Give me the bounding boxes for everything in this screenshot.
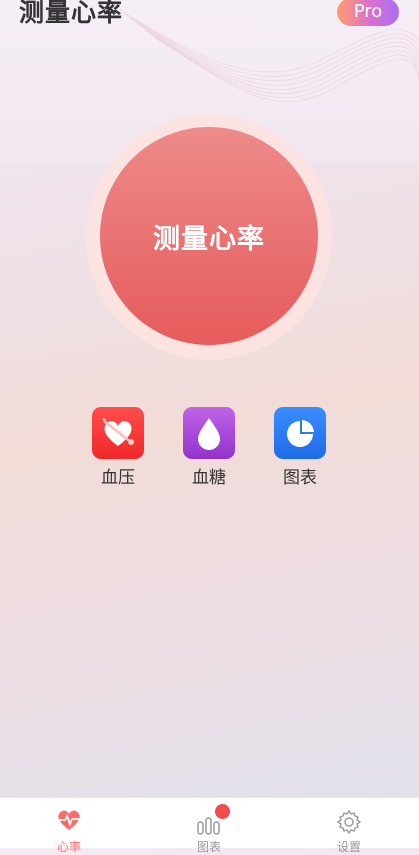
measure-heart-rate-button[interactable]: 测量心率 [100,127,318,345]
pro-button[interactable]: Pro [337,0,399,26]
drop-icon [183,407,235,459]
heartbeat-icon [58,810,80,830]
feature-label: 血压 [101,468,135,488]
nav-tab-charts[interactable]: 图表 [159,798,259,854]
gear-icon [337,810,361,834]
nav-tab-heart-rate[interactable]: 心率 [19,798,119,854]
feature-blood-pressure[interactable]: 血压 [83,407,153,488]
feature-label: 图表 [283,468,317,488]
bottom-navigation: 心率 图表 设置 [0,797,419,854]
pie-chart-icon [274,407,326,459]
measure-button-label: 测量心率 [153,223,265,255]
heart-arrow-icon [92,407,144,459]
feature-charts[interactable]: 图表 [265,407,335,488]
feature-label: 血糖 [192,468,226,488]
notification-badge [215,804,230,819]
feature-blood-sugar[interactable]: 血糖 [174,407,244,488]
nav-tab-settings[interactable]: 设置 [299,798,399,854]
page-title: 测量心率 [19,0,124,27]
